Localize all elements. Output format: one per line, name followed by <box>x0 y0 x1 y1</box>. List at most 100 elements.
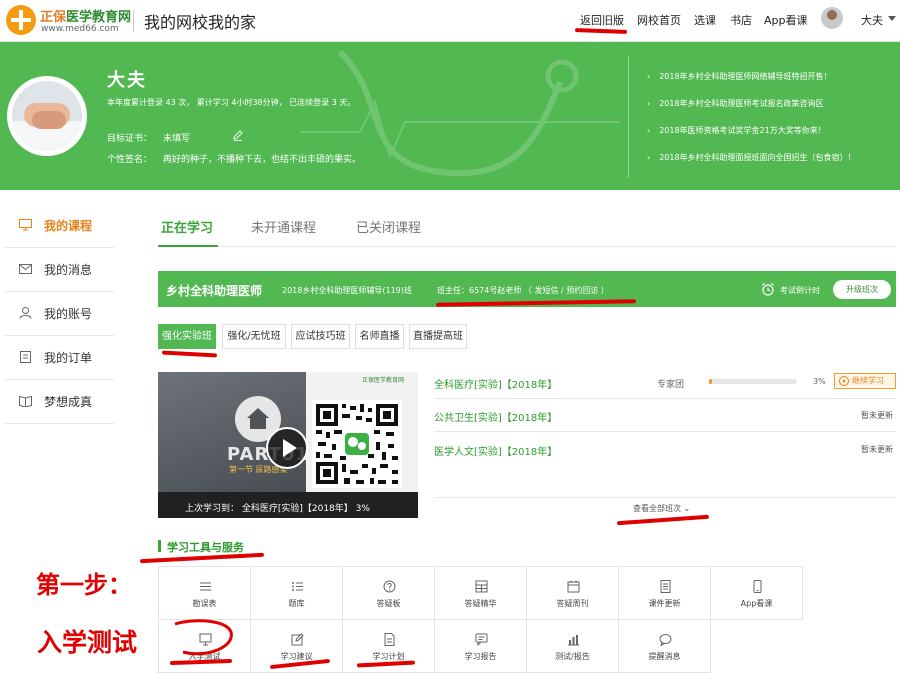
book-icon <box>19 395 32 407</box>
news-divider <box>628 56 629 178</box>
sidebar-item-my-account[interactable]: 我的账号 <box>5 292 114 336</box>
logo-brand-b: 医学教育网 <box>66 10 132 25</box>
lesson-medical-humanities[interactable]: 医学人文[实验]【2018年】 <box>434 443 557 458</box>
tool-label: 提醒消息 <box>648 652 681 661</box>
nav-choose-course[interactable]: 选课 <box>694 12 716 28</box>
chat-icon <box>475 633 488 646</box>
subtab-intensive-worry-free[interactable]: 强化/无忧班 <box>222 324 286 349</box>
nav-app-watch[interactable]: App看课 <box>764 12 808 28</box>
annotation-circle <box>174 619 233 656</box>
last-study-caption[interactable]: 上次学习到： 全科医疗[实验]【2018年】 3% <box>185 501 370 514</box>
subtab-intensive-experimental[interactable]: 强化实验班 <box>158 324 216 349</box>
lesson-status: 暂未更新 <box>861 445 893 454</box>
annotation-step-one: 第一步： <box>36 571 132 599</box>
calendar-icon <box>567 580 580 593</box>
tab-studying[interactable]: 正在学习 <box>161 217 213 236</box>
profile-name: 大夫 <box>107 70 147 91</box>
tab-closed[interactable]: 已关闭课程 <box>356 217 421 236</box>
view-all-classes-link[interactable]: 查看全部班次 ⌄ <box>633 503 690 514</box>
stethoscope-decoration <box>300 49 620 177</box>
continue-learning-label: 继续学习 <box>852 376 884 385</box>
tool-question-bank[interactable]: 题库 <box>250 566 343 620</box>
title-divider <box>133 10 134 32</box>
lesson-teacher: 专家团 <box>657 380 685 390</box>
annotation-underline <box>161 350 218 358</box>
mail-icon <box>19 264 32 274</box>
tool-label: 学习计划 <box>372 652 405 661</box>
sidebar-item-my-orders[interactable]: 我的订单 <box>5 336 114 380</box>
sidebar-item-label: 我的订单 <box>44 351 93 365</box>
qr-header: 正保医学教育网 <box>362 377 405 384</box>
sidebar-item-dream-come-true[interactable]: 梦想成真 <box>5 380 114 424</box>
chart-icon <box>568 635 579 646</box>
nav-back-to-old-version[interactable]: 返回旧版 <box>580 12 624 28</box>
lesson-divider <box>434 398 896 399</box>
tool-qa-essence[interactable]: 答疑精华 <box>434 566 527 620</box>
menu-icon <box>200 582 211 591</box>
lesson-divider <box>434 497 896 498</box>
continue-learning-button[interactable]: 继续学习 <box>834 373 896 389</box>
tool-qa-weekly[interactable]: 答疑周刊 <box>526 566 619 620</box>
grid-icon <box>475 580 488 593</box>
subtab-teacher-live[interactable]: 名师直播 <box>355 324 404 349</box>
question-icon <box>383 580 396 593</box>
lesson-progress-fill <box>709 379 712 384</box>
tool-label: 答疑精华 <box>464 599 497 608</box>
chevron-right-icon: › <box>647 72 651 81</box>
tool-study-report[interactable]: 学习报告 <box>434 619 527 673</box>
qr-code-icon <box>312 400 402 488</box>
tool-app-watch[interactable]: App看课 <box>710 566 803 620</box>
site-title: 我的网校我的家 <box>144 13 257 32</box>
tool-courseware-updates[interactable]: 课件更新 <box>618 566 711 620</box>
chevron-right-icon: › <box>647 126 651 135</box>
news-item[interactable]: › 2018年医师资格考试奖学金21万大奖等你来！ <box>647 125 826 136</box>
sidebar-item-my-messages[interactable]: 我的消息 <box>5 248 114 292</box>
lesson-progress-track <box>709 379 797 384</box>
lesson-public-health[interactable]: 公共卫生[实验]【2018年】 <box>434 409 557 424</box>
lesson-general-medicine[interactable]: 全科医疗[实验]【2018年】 <box>434 376 557 391</box>
edit-pencil-icon[interactable] <box>232 129 244 141</box>
class-teacher-links[interactable]: 班主任：6574号赵老师 （ 发短信 / 预约回访 ） <box>437 285 609 296</box>
tabs-divider <box>158 246 896 247</box>
tool-reminder-messages[interactable]: 提醒消息 <box>618 619 711 673</box>
nav-school-home[interactable]: 网校首页 <box>637 12 681 28</box>
annotation-underline <box>616 514 710 526</box>
play-circle-icon <box>839 376 849 386</box>
tool-test-report[interactable]: 测试/报告 <box>526 619 619 673</box>
chevron-down-icon: ⌄ <box>683 504 691 513</box>
chevron-down-icon[interactable] <box>888 16 896 21</box>
sidebar-item-label: 我的消息 <box>44 263 93 277</box>
sidebar-item-my-courses[interactable]: 我的课程 <box>5 204 114 248</box>
news-item[interactable]: › 2018年乡村全科助理医师网络辅导班特招开售！ <box>647 71 832 82</box>
monitor-icon <box>19 219 32 231</box>
tool-qa-board[interactable]: 答疑板 <box>342 566 435 620</box>
news-item[interactable]: › 2018年乡村全科助理医师考试报名政策咨询区 <box>647 98 824 109</box>
sidebar-item-label: 我的课程 <box>44 219 93 233</box>
sidebar-item-label: 我的账号 <box>44 307 93 321</box>
user-avatar[interactable] <box>821 7 843 29</box>
goal-value: 未填写 <box>163 134 191 144</box>
chevron-right-icon: › <box>647 153 651 162</box>
tool-label: 题库 <box>288 599 305 608</box>
nav-username[interactable]: 大夫 <box>861 12 883 28</box>
view-all-label: 查看全部班次 <box>633 504 681 513</box>
logo-brand[interactable]: 正保医学教育网 <box>40 6 131 25</box>
subtab-live-advanced[interactable]: 直播提高班 <box>409 324 467 349</box>
upgrade-class-button[interactable]: 升级班次 <box>833 280 891 299</box>
subtab-exam-skills[interactable]: 应试技巧班 <box>291 324 350 349</box>
profile-avatar-image[interactable] <box>12 81 82 151</box>
lesson-progress-percent: 3% <box>813 377 826 386</box>
logo-cross-icon[interactable] <box>6 5 36 35</box>
signature-value: 再好的种子，不播种下去，也结不出丰硕的果实。 <box>163 155 362 165</box>
news-item[interactable]: › 2018年乡村全科助理面授班面向全国招生（包食宿）！ <box>647 152 856 163</box>
tool-errata[interactable]: 勘误表 <box>158 566 251 620</box>
tab-not-opened[interactable]: 未开通课程 <box>251 217 316 236</box>
logo-brand-a: 正保 <box>40 10 67 25</box>
section-accent-bar <box>158 540 161 552</box>
exam-countdown-label[interactable]: 考试倒计时 <box>780 285 820 296</box>
tool-label: 学习报告 <box>464 652 497 661</box>
play-button[interactable] <box>266 427 308 469</box>
tool-label: 测试/报告 <box>555 652 590 661</box>
nav-bookstore[interactable]: 书店 <box>730 12 752 28</box>
profile-stats: 本年度累计登录 43 次， 累计学习 4小时38分钟， 已连续登录 3 天。 <box>107 98 356 107</box>
